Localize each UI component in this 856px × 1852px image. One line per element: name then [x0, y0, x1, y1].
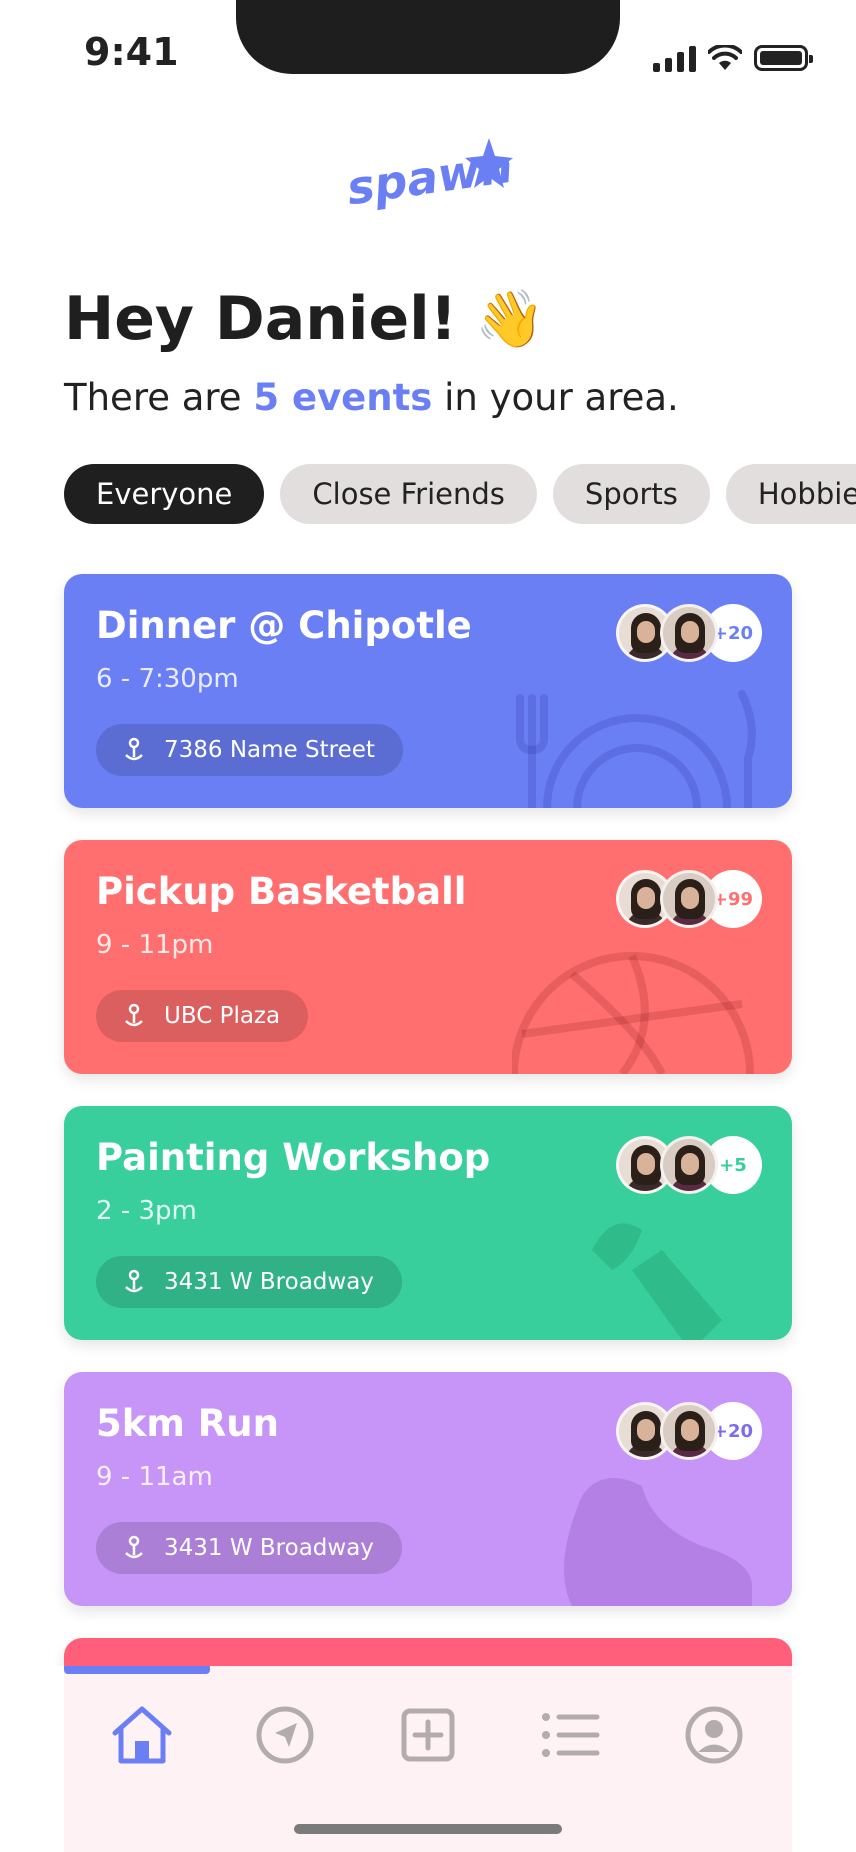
event-title: Pickup Basketball: [96, 870, 467, 913]
device-notch: [236, 0, 620, 74]
cellular-signal-icon: [653, 44, 696, 72]
attendee-avatars[interactable]: +5: [616, 1136, 762, 1194]
wifi-icon: [708, 45, 742, 70]
status-icons: [653, 44, 813, 72]
list-icon: [542, 1713, 600, 1757]
filter-chip-hobbies[interactable]: Hobbies: [725, 464, 856, 524]
event-location-pill[interactable]: 3431 W Broadway: [96, 1256, 402, 1308]
paintbrush-icon: [592, 1223, 722, 1340]
nav-home[interactable]: [102, 1695, 182, 1775]
location-pin-icon: [125, 1535, 143, 1559]
plus-square-icon: [401, 1708, 455, 1762]
event-time: 6 - 7:30pm: [96, 664, 239, 694]
waving-hand-icon: 👋: [475, 287, 545, 352]
nav-explore[interactable]: [245, 1695, 325, 1775]
avatar: [660, 1402, 718, 1460]
app-logo: spawn: [0, 132, 856, 212]
filter-chip-sports[interactable]: Sports: [552, 464, 710, 524]
events-summary: There are 5 events in your area.: [64, 376, 679, 419]
greeting-text: Hey Daniel!: [64, 284, 458, 354]
running-shoe-icon: [564, 1478, 752, 1606]
event-location-pill[interactable]: 7386 Name Street: [96, 724, 403, 776]
avatar: [660, 870, 718, 928]
avatar: [660, 604, 718, 662]
compass-icon: [256, 1706, 314, 1764]
event-location: 3431 W Broadway: [164, 1269, 374, 1295]
event-location: 3431 W Broadway: [164, 1535, 374, 1561]
event-card-basketball[interactable]: Pickup Basketball 9 - 11pm UBC Plaza +99: [64, 840, 792, 1074]
nav-create[interactable]: [388, 1695, 468, 1775]
event-location: 7386 Name Street: [164, 737, 375, 763]
filter-chip-close-friends[interactable]: Close Friends: [280, 464, 537, 524]
event-location: UBC Plaza: [164, 1003, 281, 1029]
nav-list[interactable]: [531, 1695, 611, 1775]
attendee-avatars[interactable]: +20: [616, 604, 762, 662]
event-title: Dinner @ Chipotle: [96, 604, 472, 647]
greeting-title: Hey Daniel! 👋: [64, 284, 545, 354]
battery-icon: [754, 45, 813, 71]
event-title: Painting Workshop: [96, 1136, 491, 1179]
filter-chip-everyone[interactable]: Everyone: [64, 464, 265, 524]
location-pin-icon: [125, 737, 143, 761]
event-location-pill[interactable]: 3431 W Broadway: [96, 1522, 402, 1574]
events-count-link[interactable]: 5 events: [253, 376, 432, 419]
home-indicator[interactable]: [294, 1824, 562, 1834]
event-time: 2 - 3pm: [96, 1196, 197, 1226]
location-pin-icon: [125, 1003, 143, 1027]
status-bar: 9:41: [0, 0, 856, 110]
event-card-painting[interactable]: Painting Workshop 2 - 3pm 3431 W Broadwa…: [64, 1106, 792, 1340]
nav-profile[interactable]: [674, 1695, 754, 1775]
status-time: 9:41: [84, 30, 179, 74]
filter-chips: Everyone Close Friends Sports Hobbies: [64, 464, 856, 524]
profile-icon: [685, 1706, 743, 1764]
event-card-dinner[interactable]: Dinner @ Chipotle 6 - 7:30pm 7386 Name S…: [64, 574, 792, 808]
event-location-pill[interactable]: UBC Plaza: [96, 990, 309, 1042]
event-time: 9 - 11pm: [96, 930, 214, 960]
event-card-run[interactable]: 5km Run 9 - 11am 3431 W Broadway +20: [64, 1372, 792, 1606]
basketball-icon: [512, 952, 754, 1074]
event-time: 9 - 11am: [96, 1462, 213, 1492]
attendee-avatars[interactable]: +99: [616, 870, 762, 928]
fork-plate-knife-icon: [516, 690, 756, 808]
bottom-navigation: [0, 1690, 856, 1780]
home-icon: [112, 1706, 172, 1764]
attendee-avatars[interactable]: +20: [616, 1402, 762, 1460]
avatar: [660, 1136, 718, 1194]
active-tab-indicator: [64, 1666, 210, 1674]
location-pin-icon: [125, 1269, 143, 1293]
event-title: 5km Run: [96, 1402, 279, 1445]
